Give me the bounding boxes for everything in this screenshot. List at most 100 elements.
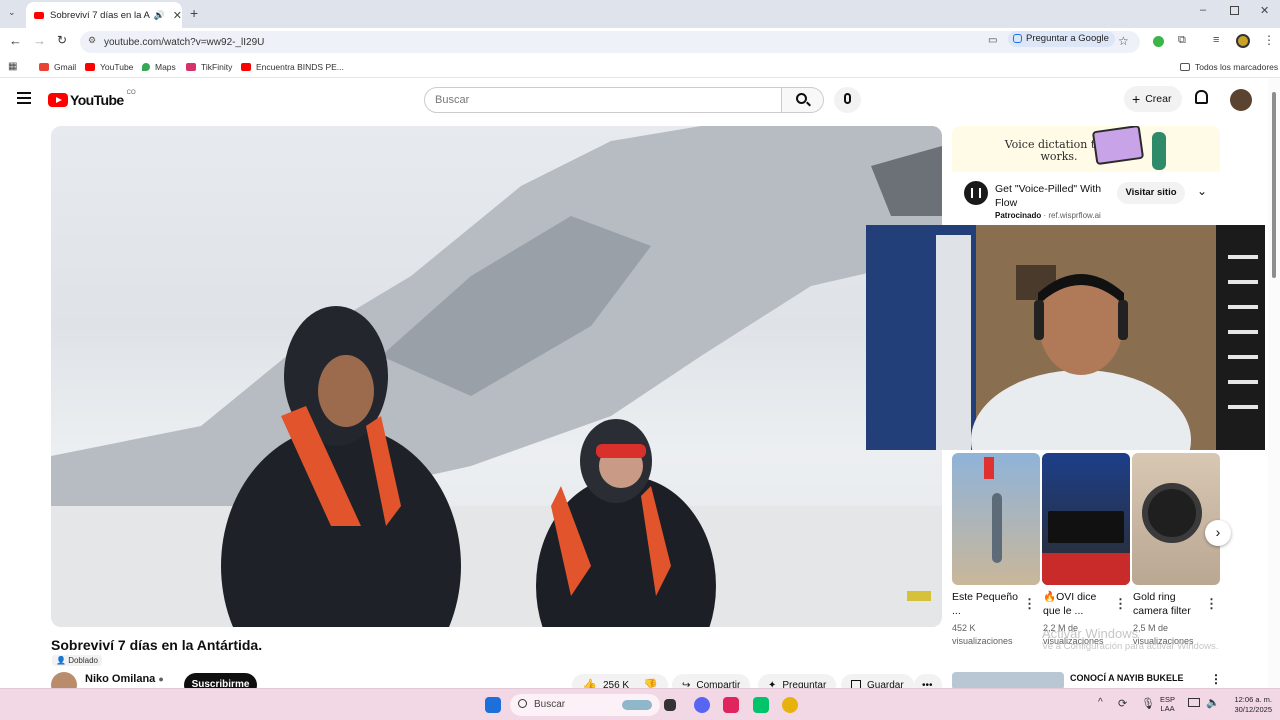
show-hidden-icons-chevron[interactable]: ^ — [1098, 697, 1103, 708]
channel-name-text: Niko Omilana — [85, 673, 156, 685]
ad-expand-chevron-icon[interactable]: ⌄ — [1197, 184, 1207, 198]
windows-activation-watermark: Activar Windows Ve a Configuración para … — [1042, 626, 1218, 652]
short-title[interactable]: Este Pequeño ... — [952, 590, 1022, 618]
discord-icon[interactable] — [694, 697, 710, 713]
visit-site-button[interactable]: Visitar sitio — [1117, 182, 1185, 204]
ad-title[interactable]: Get "Voice-Pilled" With Flow — [995, 182, 1105, 210]
back-icon[interactable]: ← — [9, 33, 22, 48]
video-player[interactable] — [51, 126, 942, 627]
short-thumbnail[interactable] — [952, 453, 1040, 585]
bookmark-tikfinity[interactable]: TikFinity — [186, 62, 232, 72]
bookmark-label: Maps — [155, 62, 176, 72]
youtube-logo[interactable]: YouTube CO — [48, 90, 136, 108]
account-avatar[interactable] — [1230, 89, 1252, 111]
youtube-icon — [241, 63, 251, 71]
gmail-icon — [39, 63, 49, 71]
ad-banner[interactable]: Voice dictation that works. — [952, 126, 1220, 172]
browser-toolbar: ← → ↻ ⚙ youtube.com/watch?v=ww92-_lI29U … — [0, 28, 1280, 56]
door — [936, 235, 971, 450]
ask-google-label: Preguntar a Google — [1026, 33, 1109, 44]
headset — [1034, 300, 1044, 340]
network-icon[interactable]: ⟳ — [1118, 697, 1127, 710]
extensions-puzzle-icon[interactable]: ⧉ — [1178, 34, 1186, 47]
tab-strip: ⌄ Sobreviví 7 días en la Antártida. 🔊 ✕ … — [0, 0, 1280, 28]
cast-icon[interactable]: ▭ — [988, 35, 997, 46]
create-label: Crear — [1145, 93, 1172, 105]
windows-start-icon[interactable] — [485, 697, 501, 713]
logo-wordmark: YouTube — [70, 92, 124, 108]
display-icon[interactable] — [1188, 698, 1200, 707]
maps-pin-icon — [142, 63, 150, 71]
address-bar[interactable]: ⚙ youtube.com/watch?v=ww92-_lI29U ▭ ☆ — [80, 31, 1140, 53]
bookmark-maps[interactable]: Maps — [142, 62, 176, 72]
short-menu-icon[interactable]: ⋮ — [1023, 596, 1036, 612]
browser-tab[interactable]: Sobreviví 7 días en la Antártida. 🔊 ✕ — [26, 2, 182, 28]
voice-search-button[interactable] — [834, 87, 861, 113]
site-info-icon[interactable]: ⚙ — [88, 35, 96, 46]
extension-leaf-icon[interactable] — [1153, 36, 1164, 47]
maximize-button[interactable] — [1230, 6, 1239, 15]
search-input[interactable]: Buscar — [424, 87, 782, 113]
system-clock[interactable]: 12:06 a. m. 30/12/2025 — [1226, 695, 1272, 715]
channel-name[interactable]: Niko Omilana ● — [85, 673, 164, 685]
ad-advertiser-logo[interactable] — [964, 181, 988, 205]
bookmark-star-icon[interactable]: ☆ — [1118, 34, 1129, 48]
profile-avatar[interactable] — [1236, 34, 1250, 48]
create-button[interactable]: + Crear — [1124, 86, 1182, 112]
bookmark-label: Gmail — [54, 62, 77, 72]
task-view-icon[interactable] — [664, 699, 676, 711]
short-title[interactable]: Gold ring camera filter — [1133, 590, 1203, 618]
reading-list-icon[interactable]: ≡ — [1213, 34, 1219, 46]
hamburger-menu-icon[interactable] — [17, 92, 31, 104]
recommended-title[interactable]: CONOCÍ A NAYIB BUKELE — [1070, 673, 1184, 683]
tab-title: Sobreviví 7 días en la Antártida. — [50, 9, 150, 21]
youtube-play-icon — [48, 93, 68, 107]
windows-taskbar: Buscar ^ ⟳ 🎙 ESP LAA 🔈 12:06 a. m. 30/12… — [0, 688, 1280, 720]
close-window-button[interactable]: ✕ — [1260, 4, 1269, 17]
shorts-next-button[interactable]: › — [1205, 520, 1231, 546]
volume-icon[interactable]: 🔈 — [1206, 696, 1220, 709]
recommended-menu-icon[interactable]: ⋮ — [1210, 672, 1222, 686]
panel-stripe — [1228, 280, 1258, 284]
apps-grid-icon[interactable]: ▦ — [8, 61, 17, 72]
tab-list-chevron-icon[interactable]: ⌄ — [8, 7, 16, 18]
close-tab-icon[interactable]: ✕ — [173, 9, 182, 22]
minimize-button[interactable]: – — [1200, 4, 1206, 16]
language-code: ESP — [1160, 695, 1176, 704]
notifications-bell-icon[interactable] — [1195, 90, 1208, 104]
forward-icon[interactable]: → — [33, 33, 46, 48]
camera-lens-shape — [1142, 483, 1202, 543]
scrollbar-thumb[interactable] — [1272, 92, 1276, 278]
all-bookmarks[interactable]: Todos los marcadores — [1180, 62, 1278, 72]
browser-menu-icon[interactable]: ⋮ — [1263, 33, 1275, 47]
video-title: Sobreviví 7 días en la Antártida. — [51, 637, 263, 653]
bookmark-youtube[interactable]: YouTube — [85, 62, 133, 72]
input-language[interactable]: ESP LAA — [1160, 695, 1175, 713]
chrome-icon[interactable] — [782, 697, 798, 713]
bookmark-label: TikFinity — [201, 62, 233, 72]
panel-stripe — [1228, 380, 1258, 384]
tiktok-icon[interactable] — [723, 697, 739, 713]
ad-card[interactable]: Voice dictation that works. Get "Voice-P… — [952, 126, 1220, 224]
short-thumbnail[interactable] — [1132, 453, 1220, 585]
microphone-tray-icon[interactable]: 🎙 — [1141, 697, 1155, 710]
missile-shape — [992, 493, 1002, 563]
youtube-favicon-icon — [34, 11, 44, 19]
search-button[interactable] — [782, 87, 824, 113]
recommended-video[interactable]: CONOCÍ A NAYIB BUKELE ⋮ — [952, 670, 1222, 690]
short-menu-icon[interactable]: ⋮ — [1205, 596, 1218, 612]
short-title[interactable]: 🔥OVI dice que le ... — [1043, 590, 1113, 618]
new-tab-button[interactable]: + — [190, 5, 198, 21]
ask-google-button[interactable]: Preguntar a Google — [1008, 31, 1115, 47]
short-menu-icon[interactable]: ⋮ — [1114, 596, 1127, 612]
reload-icon[interactable]: ↻ — [57, 33, 67, 47]
speaker-icon[interactable]: 🔊 — [154, 10, 165, 21]
short-thumbnail[interactable] — [1042, 453, 1130, 585]
ad-domain: ref.wisprflow.ai — [1048, 211, 1101, 220]
page-scrollbar[interactable] — [1268, 78, 1280, 688]
streaming-app-icon[interactable] — [753, 697, 769, 713]
taskbar-search[interactable]: Buscar — [510, 694, 660, 716]
fire-emoji-icon: 🔥 — [1043, 591, 1057, 603]
bookmark-binds[interactable]: Encuentra BINDS PE... — [241, 62, 344, 72]
bookmark-gmail[interactable]: Gmail — [39, 62, 76, 72]
